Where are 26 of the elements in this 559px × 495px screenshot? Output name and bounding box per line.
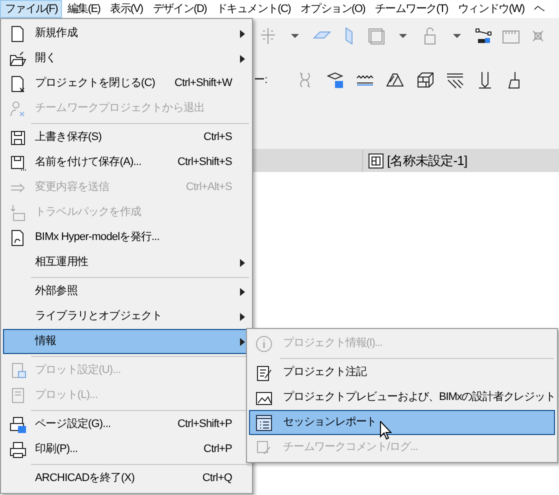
menu-item[interactable]: ARCHICADを終了(X) Ctrl+Q <box>3 466 250 491</box>
menu-bar-item[interactable]: チームワーク(T) <box>370 0 453 18</box>
toolbar-label: ー: <box>254 72 268 88</box>
menu-item[interactable]: 印刷(P)... Ctrl+P <box>3 437 250 462</box>
menu-item[interactable]: 相互運用性 <box>3 250 250 275</box>
menu-item[interactable]: 名前を付けて保存(A)... Ctrl+Shift+S <box>3 150 250 175</box>
menu-item[interactable]: プロジェクトプレビューおよび、BIMxの設計者クレジット <box>249 385 555 410</box>
menu-item[interactable]: 上書き保存(S) Ctrl+S <box>3 125 250 150</box>
menu-item[interactable]: プロジェクトを閉じる(C) Ctrl+Shift+W <box>3 71 250 96</box>
menu-item[interactable]: ページ設定(G)... Ctrl+Shift+P <box>3 412 250 437</box>
menu-bar-item[interactable]: オプション(O) <box>296 0 370 18</box>
menu-item[interactable]: BIMx Hyper-modelを発行... <box>3 225 250 250</box>
menu-item[interactable]: 新規作成 <box>3 21 250 46</box>
menu-bar-item[interactable]: ヘ <box>529 0 550 18</box>
menu-bar-item[interactable]: 編集(E) <box>62 0 106 18</box>
menu-item[interactable]: セッションレポート <box>249 410 555 435</box>
menu-item[interactable]: ライブラリとオブジェクト <box>3 304 250 329</box>
tab-title: [名称未設定-1] <box>387 152 468 170</box>
menu-bar-item[interactable]: ウィンドウ(W) <box>452 0 530 18</box>
menu-item[interactable]: 外部参照 <box>3 279 250 304</box>
menu-item[interactable]: プロジェクト注記 <box>249 360 555 385</box>
menu-bar-item[interactable]: ドキュメント(C) <box>211 0 296 18</box>
menu-bar-item[interactable]: ファイル(F) <box>0 0 62 18</box>
menu-bar-item[interactable]: デザイン(D) <box>148 0 212 18</box>
menu-bar-item[interactable]: 表示(V) <box>105 0 148 18</box>
menu-item[interactable]: 開く <box>3 46 250 71</box>
